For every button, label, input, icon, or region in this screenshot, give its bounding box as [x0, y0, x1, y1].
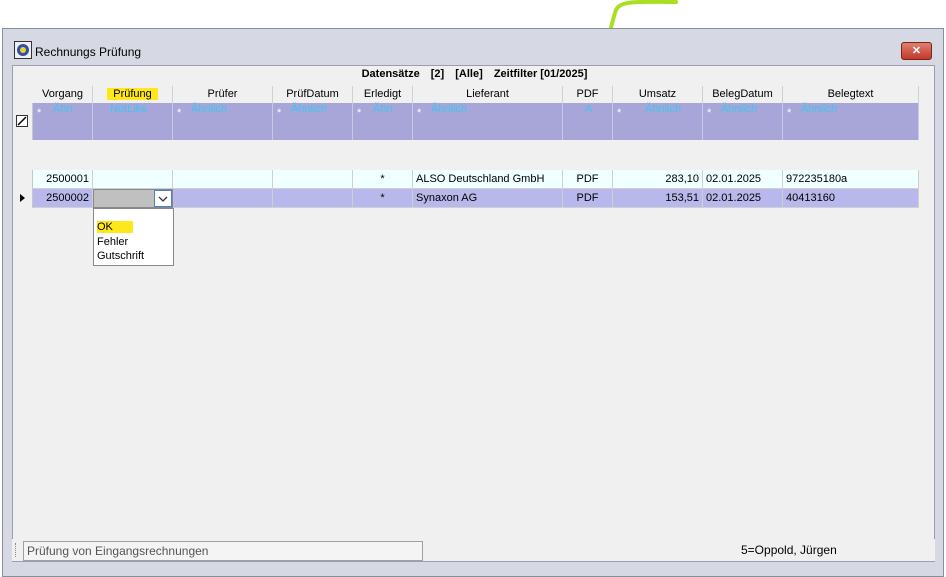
window-title: Rechnungs Prüfung: [35, 45, 142, 59]
time-filter: Zeitfilter [01/2025]: [493, 68, 588, 80]
cell-erledigt[interactable]: *: [353, 170, 413, 189]
filter-pruefung[interactable]: NotLike: [93, 103, 173, 140]
cell-belegtext[interactable]: 40413160: [783, 189, 919, 208]
app-icon: [14, 41, 32, 59]
header-pdf[interactable]: PDF: [563, 86, 613, 103]
cell-lieferant[interactable]: ALSO Deutschland GmbH: [413, 170, 563, 189]
filter-umsatz[interactable]: * Ähnlich: [613, 103, 703, 140]
header-erledigt[interactable]: Erledigt: [353, 86, 413, 103]
grid-record-info: Datensätze [2] [Alle] Zeitfilter [01/202…: [13, 68, 936, 80]
close-button[interactable]: ✕: [901, 42, 932, 60]
filter-belegdatum[interactable]: * Ähnlich: [703, 103, 783, 140]
header-pruefung[interactable]: Prüfung: [93, 86, 173, 103]
dropdown-option-gutschrift[interactable]: Gutschrift: [97, 250, 144, 262]
header-umsatz[interactable]: Umsatz: [613, 86, 703, 103]
cell-belegtext[interactable]: 972235180a: [783, 170, 919, 189]
pruefung-dropdown-list: OK Fehler Gutschrift: [93, 208, 174, 266]
row-selector[interactable]: [13, 170, 33, 189]
dropdown-option-ok[interactable]: OK: [97, 221, 133, 233]
cell-vorgang[interactable]: 2500001: [33, 170, 93, 189]
filter-pruefer[interactable]: * Ähnlich: [173, 103, 273, 140]
pruefung-combobox[interactable]: [93, 189, 173, 208]
header-lieferant[interactable]: Lieferant: [413, 86, 563, 103]
filter-scope: [Alle]: [455, 68, 483, 80]
cell-erledigt[interactable]: *: [353, 189, 413, 208]
cell-pruefer[interactable]: [173, 170, 273, 189]
cell-pruefer[interactable]: [173, 189, 273, 208]
filter-erledigt[interactable]: * Ähn: [353, 103, 413, 140]
filter-row: * Ähn NotLike * Ähnlich * Ähnlich * Ähn …: [13, 103, 919, 140]
record-count: [2]: [430, 68, 445, 80]
header-belegdatum[interactable]: BelegDatum: [703, 86, 783, 103]
filter-vorgang[interactable]: * Ähn: [33, 103, 93, 140]
header-pruefdatum[interactable]: PrüfDatum: [273, 86, 353, 103]
app-window: Rechnungs Prüfung ✕ Datensätze [2] [Alle…: [2, 28, 944, 577]
cell-pruefung[interactable]: [93, 170, 173, 189]
edit-filter-icon[interactable]: [16, 115, 28, 127]
chevron-down-icon: [158, 196, 168, 202]
filter-belegtext[interactable]: * Ähnlich: [783, 103, 919, 140]
filter-corner[interactable]: [13, 103, 33, 140]
status-user: 5=Oppold, Jürgen: [741, 543, 837, 557]
combobox-dropdown-button[interactable]: [154, 190, 172, 207]
status-grip: [15, 543, 18, 557]
cell-lieferant[interactable]: Synaxon AG: [413, 189, 563, 208]
header-belegtext[interactable]: Belegtext: [783, 86, 919, 103]
filter-lieferant[interactable]: * Ähnlich: [413, 103, 563, 140]
cell-pdf[interactable]: PDF: [563, 189, 613, 208]
cell-pdf[interactable]: PDF: [563, 170, 613, 189]
table-row[interactable]: 2500001 * ALSO Deutschland GmbH PDF 283,…: [13, 170, 919, 189]
cell-vorgang[interactable]: 2500002: [33, 189, 93, 208]
cell-pruefdatum[interactable]: [273, 189, 353, 208]
current-row-arrow-icon: [20, 194, 25, 202]
record-count-label: Datensätze: [361, 68, 420, 80]
cell-pruefdatum[interactable]: [273, 170, 353, 189]
dropdown-option-fehler[interactable]: Fehler: [97, 236, 128, 248]
table-row[interactable]: 2500002 * Synaxon AG PDF 153,51 02.01.20…: [13, 189, 919, 208]
cell-belegdatum[interactable]: 02.01.2025: [703, 189, 783, 208]
title-bar[interactable]: Rechnungs Prüfung ✕: [3, 29, 943, 66]
status-bar: Prüfung von Eingangsrechnungen 5=Oppold,…: [12, 539, 935, 561]
filter-pdf[interactable]: A: [563, 103, 613, 140]
cell-umsatz[interactable]: 153,51: [613, 189, 703, 208]
row-selector[interactable]: [13, 189, 33, 208]
header-vorgang[interactable]: Vorgang: [33, 86, 93, 103]
grid-panel: Datensätze [2] [Alle] Zeitfilter [01/202…: [12, 65, 935, 562]
header-pruefer[interactable]: Prüfer: [173, 86, 273, 103]
cell-umsatz[interactable]: 283,10: [613, 170, 703, 189]
cell-belegdatum[interactable]: 02.01.2025: [703, 170, 783, 189]
filter-pruefdatum[interactable]: * Ähnlich: [273, 103, 353, 140]
status-message: Prüfung von Eingangsrechnungen: [23, 541, 423, 561]
